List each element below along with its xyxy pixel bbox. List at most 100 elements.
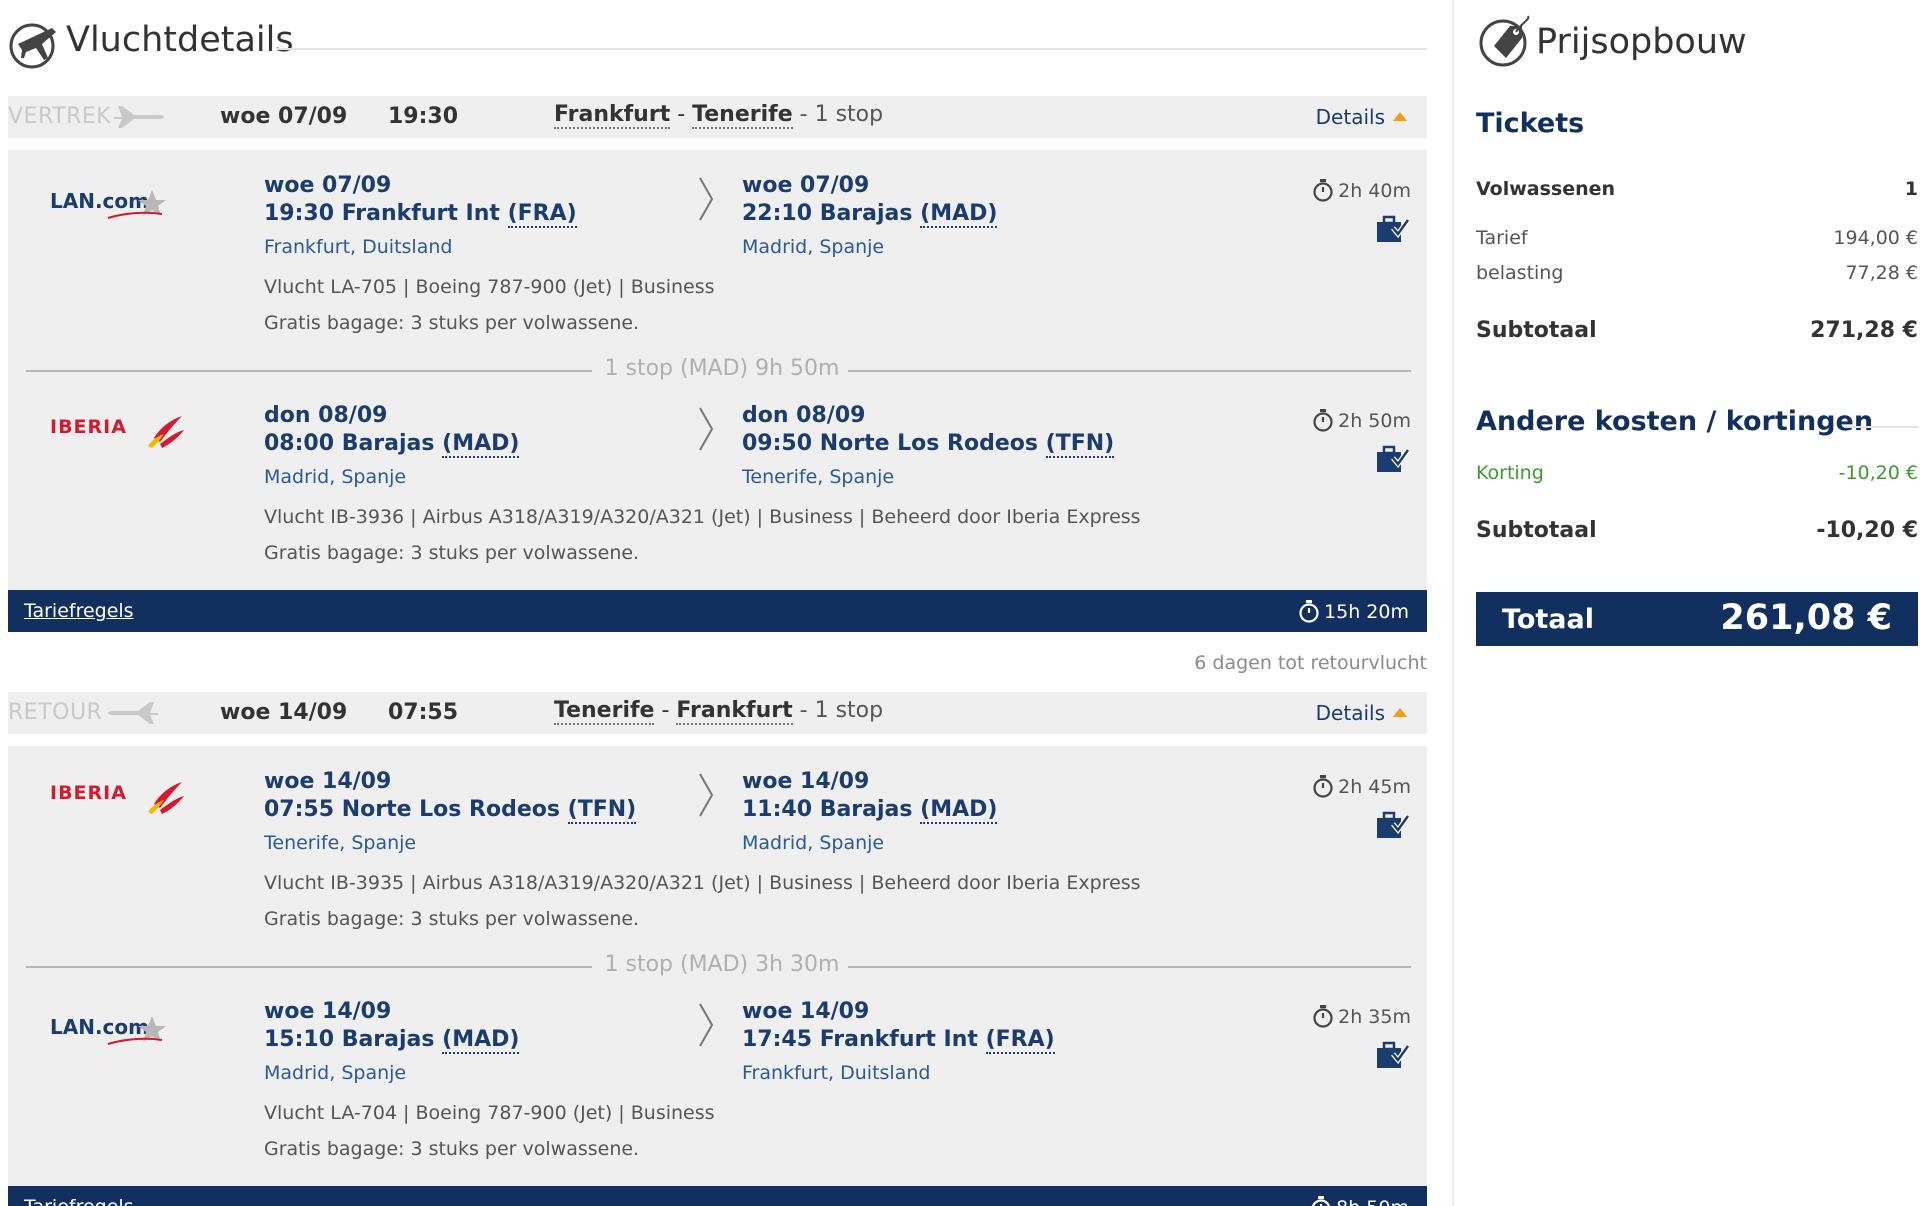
flight-meta: Vlucht LA-705 | Boeing 787-900 (Jet) | B…: [264, 276, 715, 298]
discount-row: Korting -10,20 €: [1476, 462, 1918, 484]
arrival-location: Tenerife, Spanje: [742, 466, 895, 488]
departure-time-airport: 08:00 Barajas (MAD): [264, 431, 520, 458]
flight-segment: IBERIA woe 14/09 07:55 Norte Los Rodeos …: [8, 746, 1427, 956]
direction-label: VERTREK: [8, 104, 112, 129]
departure-date: woe 14/09: [264, 999, 392, 1024]
total-duration: 8h 50m: [1310, 1195, 1409, 1206]
discount-value: -10,20 €: [1838, 462, 1918, 484]
departure-date: woe 14/09: [220, 700, 348, 725]
departure-time-airport: 15:10 Barajas (MAD): [264, 1027, 520, 1054]
divider: [276, 48, 1427, 50]
divider: [1844, 426, 1918, 428]
discount-label: Korting: [1476, 462, 1544, 484]
stopwatch-icon: [1313, 179, 1333, 202]
departure-location: Madrid, Spanje: [264, 1062, 407, 1084]
subtotal-label: Subtotaal: [1476, 318, 1597, 343]
departure-time: 07:55: [388, 700, 459, 725]
departure-location: Madrid, Spanje: [264, 466, 407, 488]
chevron-right-icon: [699, 407, 714, 451]
departure-location: Tenerife, Spanje: [264, 832, 417, 854]
airport-code[interactable]: (TFN): [1045, 431, 1115, 458]
tickets-heading: Tickets: [1476, 108, 1585, 139]
fare-rules-link[interactable]: Tariefregels: [24, 600, 134, 622]
other-costs-heading: Andere kosten / kortingen: [1476, 406, 1874, 437]
details-toggle[interactable]: Details: [1316, 701, 1407, 725]
tax-row: belasting 77,28 €: [1476, 262, 1918, 284]
route: Frankfurt - Tenerife - 1 stop: [554, 102, 884, 129]
total-label: Totaal: [1502, 604, 1594, 635]
panel-divider: [1452, 0, 1454, 1206]
adults-label: Volwassenen: [1476, 178, 1616, 200]
departure-date: woe 07/09: [220, 104, 348, 129]
arrival-time-airport: 11:40 Barajas (MAD): [742, 797, 998, 824]
airport-code[interactable]: (FRA): [985, 1027, 1055, 1054]
baggage-icon: [1377, 215, 1409, 242]
stopwatch-icon: [1313, 409, 1333, 432]
plane-icon: [108, 702, 158, 724]
route-from[interactable]: Tenerife: [554, 698, 655, 725]
svg-text:LAN.com: LAN.com: [50, 1015, 149, 1039]
segment-duration: 2h 35m: [1312, 1004, 1411, 1028]
page-title: Vluchtdetails: [66, 20, 294, 60]
plane-circle-icon: [9, 23, 56, 69]
svg-text:IBERIA: IBERIA: [50, 416, 127, 438]
baggage-info: Gratis bagage: 3 stuks per volwassene.: [264, 908, 640, 930]
plane-icon: [114, 106, 164, 128]
departure-date: don 08/09: [264, 403, 388, 428]
route-to[interactable]: Frankfurt: [676, 698, 793, 725]
arrival-location: Madrid, Spanje: [742, 236, 885, 258]
departure-date: woe 14/09: [264, 769, 392, 794]
arrival-time-airport: 17:45 Frankfurt Int (FRA): [742, 1027, 1055, 1054]
arrival-date: don 08/09: [742, 403, 866, 428]
arrival-date: woe 07/09: [742, 173, 870, 198]
adults-row: Volwassenen 1: [1476, 178, 1918, 200]
iberia-logo: IBERIA: [50, 416, 184, 448]
subtotal-row: Subtotaal 271,28 €: [1476, 318, 1918, 343]
departure-location: Frankfurt, Duitsland: [264, 236, 453, 258]
subtotal-value: 271,28 €: [1810, 318, 1918, 343]
svg-text:IBERIA: IBERIA: [50, 782, 127, 804]
airport-code[interactable]: (TFN): [567, 797, 637, 824]
details-label: Details: [1315, 701, 1385, 725]
price-tag-circle-icon: [1479, 15, 1530, 67]
arrival-time-airport: 09:50 Norte Los Rodeos (TFN): [742, 431, 1115, 458]
lan-logo: LAN.com: [50, 189, 166, 219]
chevron-right-icon: [699, 177, 714, 221]
route-to[interactable]: Tenerife: [692, 102, 793, 129]
return-gap: 6 dagen tot retourvlucht: [8, 632, 1427, 692]
flight-details-header: Vluchtdetails: [8, 0, 1427, 96]
stop-count: 1 stop: [814, 698, 884, 723]
arrival-location: Madrid, Spanje: [742, 832, 885, 854]
triangle-up-icon: [1393, 112, 1407, 121]
departure-time-airport: 19:30 Frankfurt Int (FRA): [264, 201, 577, 228]
chevron-right-icon: [699, 1003, 714, 1047]
iberia-logo: IBERIA: [50, 782, 184, 814]
stopover-separator: 1 stop (MAD) 9h 50m: [8, 356, 1427, 381]
arrival-date: woe 14/09: [742, 999, 870, 1024]
total-value: 261,08 €: [1720, 598, 1892, 638]
airport-code[interactable]: (MAD): [442, 431, 520, 458]
subtotal-label: Subtotaal: [1476, 518, 1597, 543]
airport-code[interactable]: (MAD): [442, 1027, 520, 1054]
stopover-separator: 1 stop (MAD) 3h 30m: [8, 952, 1427, 977]
total-duration: 15h 20m: [1298, 599, 1409, 623]
baggage-icon: [1377, 445, 1409, 472]
airport-code[interactable]: (MAD): [920, 201, 998, 228]
stopwatch-icon: [1313, 1005, 1333, 1028]
direction-label: RETOUR: [8, 700, 103, 725]
flight-segment: LAN.com woe 07/09 19:30 Frankfurt Int (F…: [8, 150, 1427, 360]
airport-code[interactable]: (MAD): [920, 797, 998, 824]
fare-row: Tarief 194,00 €: [1476, 227, 1918, 249]
stopwatch-icon: [1312, 1196, 1331, 1206]
stopwatch-icon: [1313, 775, 1333, 798]
outbound-summary-bar: VERTREK woe 07/09 19:30 Frankfurt - Tene…: [8, 96, 1427, 138]
baggage-info: Gratis bagage: 3 stuks per volwassene.: [264, 542, 640, 564]
triangle-up-icon: [1393, 708, 1407, 717]
details-toggle[interactable]: Details: [1316, 105, 1407, 129]
route: Tenerife - Frankfurt - 1 stop: [554, 698, 884, 725]
stopover-label: 1 stop (MAD) 9h 50m: [604, 356, 840, 381]
airport-code[interactable]: (FRA): [507, 201, 577, 228]
fare-rules-link[interactable]: Tariefregels: [24, 1196, 134, 1206]
arrival-date: woe 14/09: [742, 769, 870, 794]
route-from[interactable]: Frankfurt: [554, 102, 671, 129]
